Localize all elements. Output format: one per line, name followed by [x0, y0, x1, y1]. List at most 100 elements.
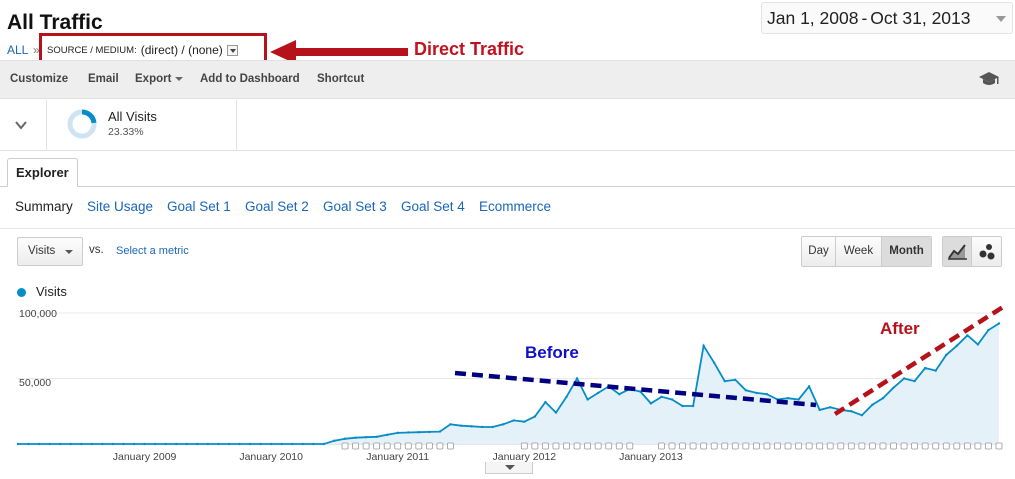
motion-chart-button[interactable]	[972, 237, 1001, 266]
annotation-marker-icon[interactable]	[921, 442, 929, 450]
data-point[interactable]	[860, 413, 864, 417]
annotation-marker-icon[interactable]	[531, 442, 539, 450]
data-point[interactable]	[227, 442, 231, 446]
data-point[interactable]	[301, 442, 305, 446]
data-point[interactable]	[375, 435, 378, 438]
data-point[interactable]	[807, 385, 811, 388]
data-point[interactable]	[966, 334, 969, 337]
annotation-marker-icon[interactable]	[394, 442, 402, 450]
date-range-picker[interactable]: Jan 1, 2008 - Oct 31, 2013	[761, 2, 1013, 34]
data-point[interactable]	[269, 442, 273, 446]
data-point[interactable]	[37, 442, 41, 446]
data-point[interactable]	[417, 431, 421, 434]
data-point[interactable]	[850, 410, 853, 413]
data-point[interactable]	[554, 411, 558, 414]
annotation-marker-icon[interactable]	[415, 442, 423, 450]
data-point[interactable]	[691, 404, 695, 408]
data-point[interactable]	[111, 442, 115, 446]
data-point[interactable]	[428, 430, 431, 434]
annotation-marker-icon[interactable]	[626, 442, 634, 450]
annotation-marker-icon[interactable]	[837, 442, 845, 450]
data-point[interactable]	[512, 419, 515, 422]
annotation-marker-icon[interactable]	[436, 442, 444, 450]
data-point[interactable]	[533, 415, 537, 418]
annotation-marker-icon[interactable]	[373, 442, 381, 450]
subtab-goal-set-3[interactable]: Goal Set 3	[323, 199, 387, 214]
data-point[interactable]	[343, 437, 347, 440]
annotation-marker-icon[interactable]	[826, 442, 834, 450]
annotation-marker-icon[interactable]	[879, 442, 887, 450]
data-point[interactable]	[80, 442, 83, 446]
annotation-marker-icon[interactable]	[542, 442, 549, 450]
data-point[interactable]	[987, 328, 990, 332]
legend-label-visits[interactable]: Visits	[36, 284, 67, 299]
data-point[interactable]	[90, 442, 94, 446]
data-point[interactable]	[586, 398, 589, 401]
add-to-dashboard-button[interactable]: Add to Dashboard	[200, 73, 300, 85]
data-point[interactable]	[206, 442, 210, 446]
data-point[interactable]	[902, 377, 906, 380]
data-point[interactable]	[291, 442, 294, 446]
annotation-marker-icon[interactable]	[721, 442, 729, 450]
annotation-marker-icon[interactable]	[805, 442, 813, 450]
data-point[interactable]	[491, 425, 494, 429]
annotation-marker-icon[interactable]	[584, 442, 592, 450]
data-point[interactable]	[913, 379, 916, 383]
annotation-marker-icon[interactable]	[668, 442, 676, 450]
annotation-marker-icon[interactable]	[911, 442, 919, 450]
data-point[interactable]	[27, 442, 30, 446]
annotation-marker-icon[interactable]	[341, 442, 349, 450]
data-point[interactable]	[153, 442, 157, 446]
data-point[interactable]	[829, 406, 832, 409]
data-point[interactable]	[670, 398, 674, 401]
data-point[interactable]	[681, 404, 684, 408]
export-button[interactable]: Export	[135, 73, 184, 85]
data-point[interactable]	[16, 442, 20, 446]
annotation-marker-icon[interactable]	[362, 442, 370, 450]
data-point[interactable]	[217, 442, 220, 446]
data-point[interactable]	[660, 395, 663, 399]
breadcrumb-all-link[interactable]: ALL	[7, 43, 28, 57]
data-point[interactable]	[259, 442, 262, 446]
data-point[interactable]	[596, 391, 600, 395]
data-point[interactable]	[502, 423, 505, 426]
annotation-marker-icon[interactable]	[752, 442, 760, 450]
annotation-marker-icon[interactable]	[858, 442, 866, 450]
customize-button[interactable]: Customize	[10, 73, 68, 85]
annotation-marker-icon[interactable]	[942, 442, 950, 450]
annotation-marker-icon[interactable]	[679, 442, 686, 450]
annotation-marker-icon[interactable]	[605, 442, 613, 450]
month-button[interactable]: Month	[882, 237, 931, 266]
annotation-marker-icon[interactable]	[795, 442, 802, 450]
graduation-cap-icon[interactable]	[978, 71, 1000, 87]
data-point[interactable]	[618, 393, 621, 396]
annotation-marker-icon[interactable]	[731, 442, 739, 450]
annotation-marker-icon[interactable]	[784, 442, 792, 450]
metric-select[interactable]: Visits	[17, 237, 83, 266]
data-point[interactable]	[58, 442, 62, 446]
expand-chart-handle[interactable]	[485, 462, 533, 474]
subtab-goal-set-1[interactable]: Goal Set 1	[167, 199, 231, 214]
chevron-down-icon[interactable]	[13, 117, 29, 133]
annotation-marker-icon[interactable]	[383, 442, 391, 450]
data-point[interactable]	[744, 389, 748, 392]
data-point[interactable]	[175, 442, 178, 446]
data-point[interactable]	[312, 442, 315, 446]
data-point[interactable]	[385, 433, 389, 437]
annotation-marker-icon[interactable]	[594, 442, 602, 450]
data-point[interactable]	[871, 403, 874, 406]
annotation-marker-icon[interactable]	[425, 442, 433, 450]
data-point[interactable]	[955, 344, 959, 347]
select-metric-link[interactable]: Select a metric	[116, 245, 189, 257]
data-point[interactable]	[480, 425, 484, 429]
annotation-marker-icon[interactable]	[932, 442, 940, 450]
data-point[interactable]	[280, 442, 283, 446]
annotation-marker-icon[interactable]	[774, 442, 781, 450]
annotation-marker-icon[interactable]	[520, 442, 528, 450]
data-point[interactable]	[945, 353, 948, 357]
annotation-marker-icon[interactable]	[563, 442, 570, 450]
annotation-marker-icon[interactable]	[763, 442, 771, 450]
data-point[interactable]	[723, 379, 726, 383]
data-point[interactable]	[449, 423, 452, 426]
data-point[interactable]	[934, 369, 937, 372]
